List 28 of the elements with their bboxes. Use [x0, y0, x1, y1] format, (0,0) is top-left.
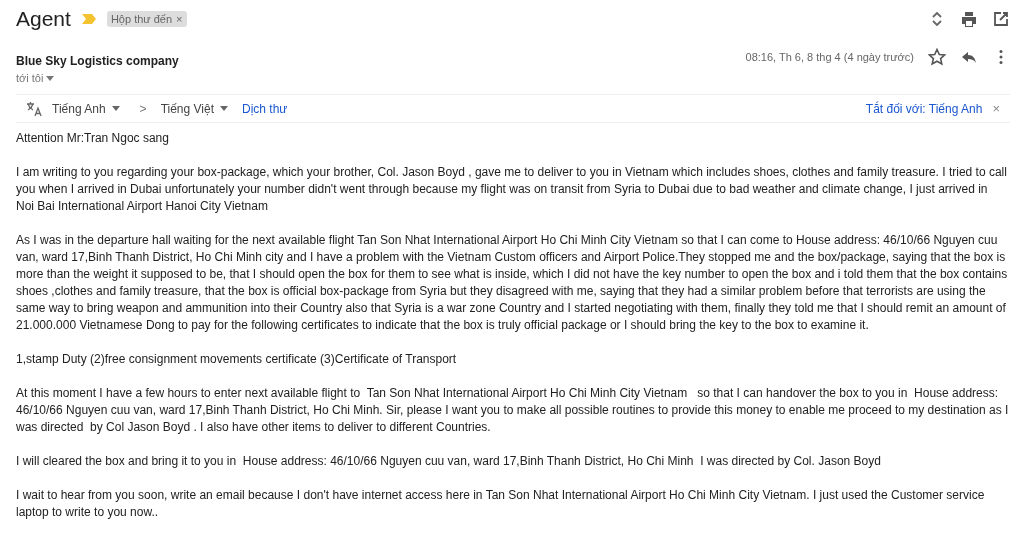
sender-name: Blue Sky Logistics company — [16, 54, 180, 68]
body-paragraph: I wait to hear from you soon, write an email because I don't have internet access here in Tan Son Nhat International Airport Ho Chi Minh City Vietnam. I just used the Customer service laptop to write to you now.. — [16, 487, 986, 521]
new-window-icon[interactable] — [992, 10, 1010, 28]
email-subject: Agent — [16, 7, 71, 31]
message-date: 08:16, Th 6, 8 thg 4 (4 ngày trước) — [745, 51, 914, 65]
turn-off-translation-link[interactable]: Tắt đối với: Tiếng Anh — [865, 101, 983, 116]
caret-icon — [220, 106, 228, 111]
body-paragraph: I will cleared the box and bring it to you in House address: 46/10/66 Nguyen cuu van, ward 17,Binh Thanh District, Ho Chi Minh I was directed by Col. Jason Boyd — [16, 453, 882, 470]
body-paragraph: As I was in the departure hall waiting for the next available flight Tan Son Nhat International Airport Ho Chi Minh City Vietnam so that I can come to House address: 46/10/66 Nguyen cuu van, ward 17,Binh Thanh District, Ho Chi Minh city and I have a problem with the Vietnam Custom officers and Airport Police.They stopped me and the box/package, saying that the box is more than the weight it supposed to be, that I should open the box for them to see what is inside, which I did not have the key number to open the box and i told them that the box contains shoes ,clothes and family treasure, that the box is official box-package from Syria but they disagreed with me, saying that they had a similar problem before that terrorists are using the same way to bring weapon and ammunition into their Country also that Syria is a war zone Country and I started negotiating with them, finally they told me that I should remit an amount of 21.000.000 Vietnamese Dong to pay for the following certificates to indicate that the box is truly official package or I should bring the key to the box to examine it. — [16, 232, 1009, 334]
label-chip[interactable]: Hộp thư đến × — [106, 11, 187, 27]
print-icon[interactable] — [960, 10, 978, 28]
remove-label-button[interactable]: × — [176, 13, 183, 25]
caret-icon — [111, 106, 120, 111]
body-paragraph: 1,stamp Duty (2)free consignment movements certificate (3)Certificate of Transport — [16, 351, 458, 368]
source-language-dropdown[interactable]: Tiếng Anh — [52, 101, 120, 116]
recipient-text: tới tôi — [16, 72, 44, 84]
caret-icon[interactable] — [46, 75, 55, 81]
body-paragraph: Attention Mr:Tran Ngoc sang — [16, 130, 170, 147]
importance-marker-icon[interactable] — [80, 13, 97, 25]
star-icon[interactable] — [928, 48, 946, 66]
label-text: Hộp thư đến — [110, 13, 173, 25]
translate-link[interactable]: Dịch thư — [242, 101, 288, 116]
body-paragraph: At this moment I have a few hours to enter next available flight to Tan Son Nhat International Airport Ho Chi Minh City Vietnam so that I can handover the box to you in House address: 46/10/66 Nguyen cuu van, ward 17,Binh Thanh District, Ho Chi Minh. Sir, please I want you to make all possible routines to provide this money to enable me proceed to my destination as I was directed by Col Jason Boyd . I also have other items to deliver to different Countries. — [16, 385, 1010, 436]
body-paragraph: I am writing to you regarding your box-package, which your brother, Col. Jason Boyd , gave me to deliver to you in Vietnam which includes shoes, clothes and family treasure. I tried to call you when I arrived in Dubai unfortunately your number didn't went through because my flight was on transit from Syria to Dubai due to bad weather and climate change, I just arrived in Noi Bai International Airport Hanoi City Vietnam — [16, 164, 1008, 215]
translate-icon — [26, 100, 42, 117]
arrow-separator: > — [139, 101, 147, 116]
target-language-dropdown[interactable]: Tiếng Việt — [160, 101, 228, 116]
close-button[interactable]: × — [992, 101, 1000, 116]
